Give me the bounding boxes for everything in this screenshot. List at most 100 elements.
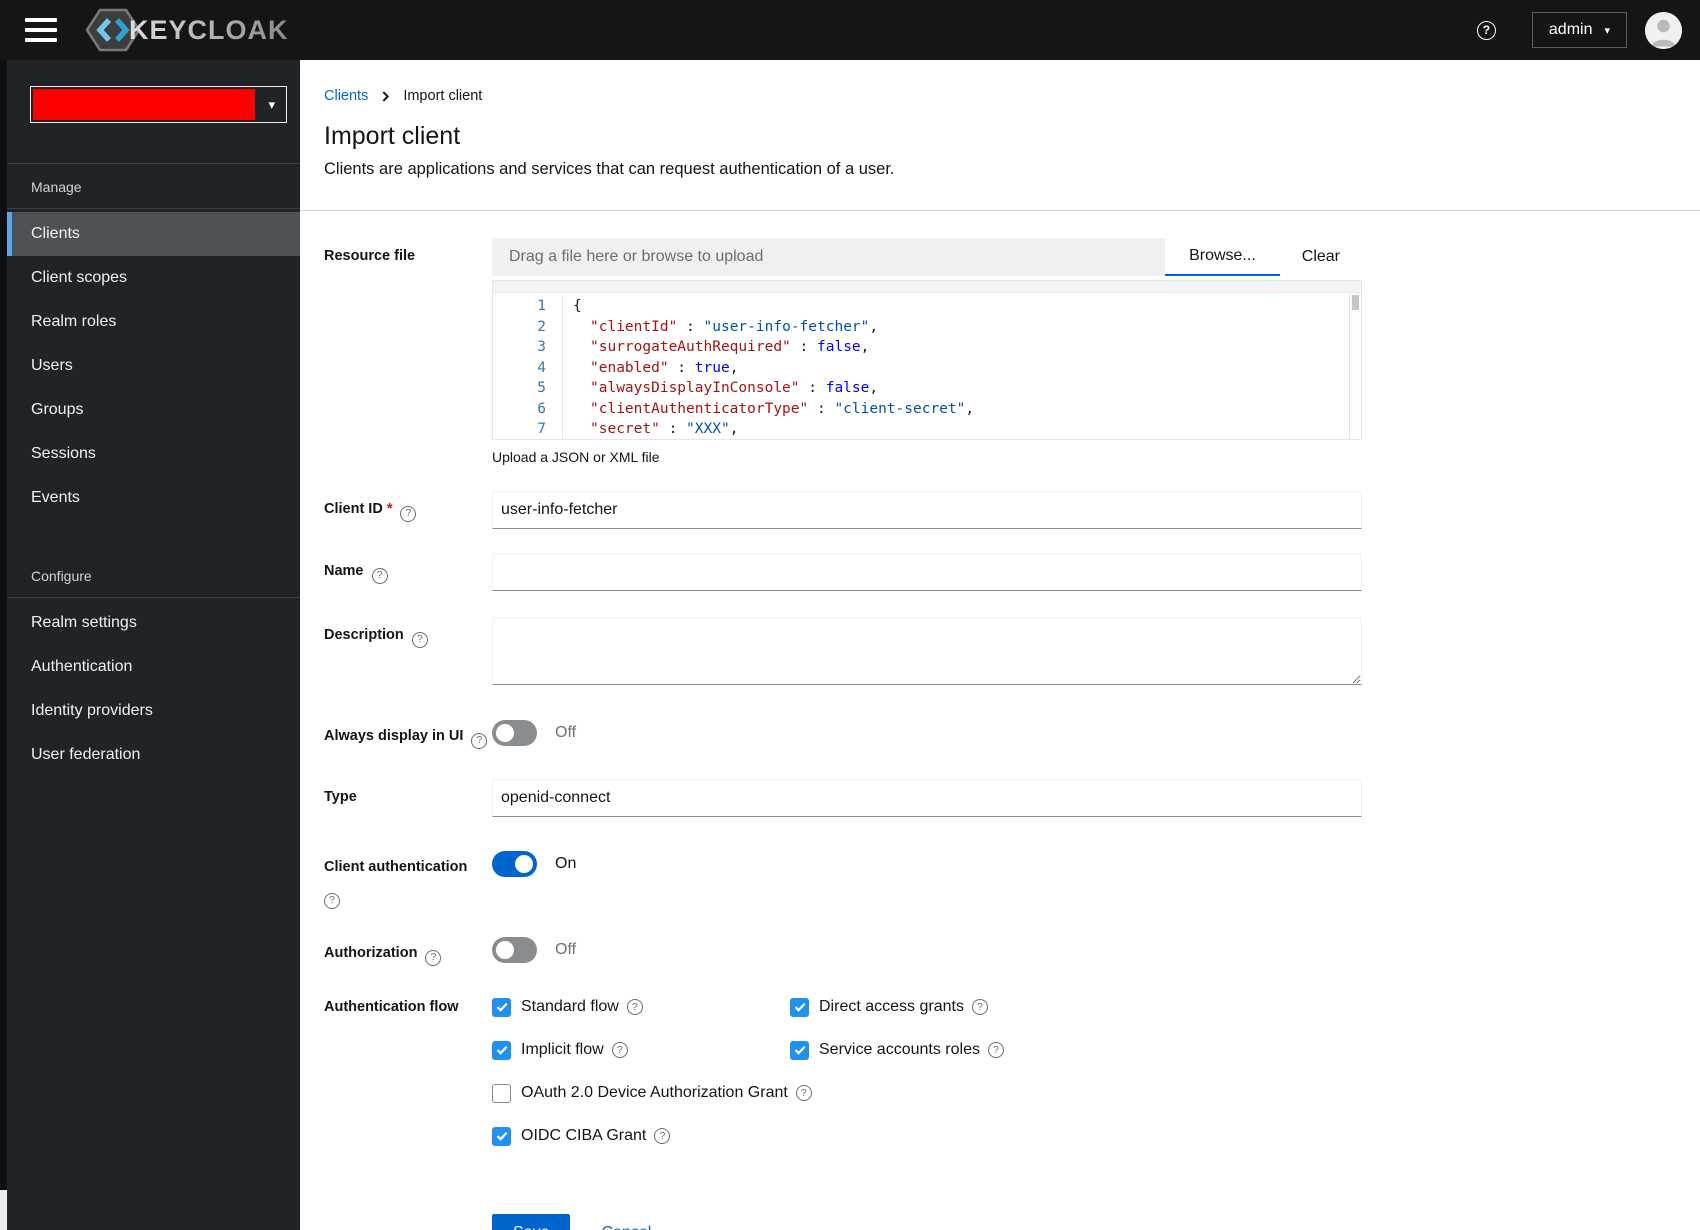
upload-helper-text: Upload a JSON or XML file (492, 449, 660, 465)
sidebar-item-realm-settings[interactable]: Realm settings (0, 601, 300, 645)
toggle-state-label: On (555, 854, 577, 872)
code-line: 2 "clientId" : "user-info-fetcher", (493, 316, 1361, 337)
authentication-flow-label: Authentication flow (324, 998, 459, 1015)
client-id-input[interactable] (492, 491, 1362, 529)
nav-section-configure: Configure (31, 568, 92, 584)
brand-text: KEYCLOAK (129, 14, 289, 45)
code-editor[interactable]: 1 { 2 "clientId" : "user-info-fetcher", … (492, 280, 1362, 440)
avatar[interactable] (1645, 11, 1682, 49)
editor-scrollbar[interactable] (1349, 293, 1361, 439)
client-authentication-toggle[interactable] (492, 850, 537, 877)
checkbox-implicit-flow[interactable]: Implicit flow ? (492, 1040, 790, 1060)
required-asterisk: * (386, 501, 393, 517)
top-bar: KEYCLOAK ? admin ▾ (0, 0, 1700, 60)
chevron-right-icon (382, 90, 390, 102)
checkbox-standard-flow[interactable]: Standard flow ? (492, 997, 790, 1017)
save-button[interactable]: Save (492, 1213, 571, 1230)
checked-checkbox-icon[interactable] (492, 1126, 511, 1146)
checkbox-direct-access-grants[interactable]: Direct access grants ? (790, 997, 1362, 1017)
type-input[interactable] (492, 778, 1362, 817)
question-circle-icon[interactable]: ? (400, 505, 417, 522)
checked-checkbox-icon[interactable] (492, 997, 511, 1017)
question-circle-icon[interactable]: ? (324, 892, 340, 909)
checkbox-oidc-ciba-grant[interactable]: OIDC CIBA Grant ? (492, 1126, 1362, 1146)
sidebar-item-client-scopes[interactable]: Client scopes (0, 256, 300, 300)
sidebar-item-groups[interactable]: Groups (0, 388, 300, 432)
question-circle-icon[interactable]: ? (971, 999, 988, 1015)
keycloak-logo: KEYCLOAK (85, 7, 289, 53)
page-subtitle: Clients are applications and services th… (324, 160, 895, 178)
username: admin (1548, 21, 1593, 38)
name-label: Name? (324, 553, 492, 591)
code-line: 7 "secret" : "XXX", (493, 419, 1361, 439)
question-circle-icon[interactable]: ? (654, 1128, 671, 1144)
checkbox-service-accounts-roles[interactable]: Service accounts roles ? (790, 1040, 1362, 1060)
caret-down-icon: ▾ (268, 96, 275, 112)
sidebar-item-events[interactable]: Events (0, 476, 300, 520)
code-line: 5 "alwaysDisplayInConsole" : false, (493, 378, 1361, 399)
sidebar-item-clients[interactable]: Clients (0, 212, 300, 256)
realm-selector-dropdown[interactable]: ▾ (30, 86, 287, 123)
import-client-form: Resource file Drag a file here or browse… (300, 211, 1700, 1230)
description-label: Description? (324, 617, 492, 690)
type-label: Type (324, 788, 357, 805)
toggle-knob (496, 724, 514, 742)
main-content: Clients Import client Import client Clie… (300, 60, 1700, 1230)
toggle-state-label: Off (555, 940, 577, 958)
breadcrumb: Clients Import client (324, 88, 1676, 104)
unchecked-checkbox-icon[interactable] (492, 1083, 511, 1103)
question-circle-icon[interactable]: ? (987, 1042, 1004, 1058)
question-circle-icon[interactable]: ? (411, 631, 428, 648)
toggle-state-label: Off (555, 724, 577, 741)
user-menu-dropdown[interactable]: admin ▾ (1531, 12, 1627, 48)
question-circle-icon[interactable]: ? (611, 1042, 628, 1058)
editor-scrollbar-thumb[interactable] (1352, 295, 1359, 310)
clear-button[interactable]: Clear (1279, 238, 1362, 276)
caret-down-icon: ▾ (1604, 24, 1610, 37)
breadcrumb-current: Import client (403, 88, 483, 104)
nav-section-manage: Manage (31, 179, 82, 195)
question-circle-icon[interactable]: ? (795, 1085, 812, 1101)
toggle-knob (515, 854, 533, 873)
user-avatar-icon (1645, 11, 1682, 49)
authorization-label: Authorization? (324, 935, 492, 966)
browse-button[interactable]: Browse... (1165, 238, 1280, 276)
sidebar-item-identity-providers[interactable]: Identity providers (0, 689, 300, 733)
checked-checkbox-icon[interactable] (790, 997, 809, 1017)
help-icon[interactable]: ? (1476, 20, 1496, 40)
always-display-label: Always display in UI? (324, 718, 492, 749)
realm-name-redacted (33, 89, 255, 120)
page-title: Import client (324, 122, 461, 150)
code-line: 1 { (493, 296, 1361, 317)
question-circle-icon[interactable]: ? (626, 999, 643, 1015)
checked-checkbox-icon[interactable] (492, 1040, 511, 1060)
always-display-toggle[interactable] (492, 720, 537, 746)
client-id-label: Client ID *? (324, 491, 492, 529)
checked-checkbox-icon[interactable] (790, 1040, 809, 1060)
code-line: 6 "clientAuthenticatorType" : "client-se… (493, 398, 1361, 419)
breadcrumb-link-clients[interactable]: Clients (324, 88, 368, 104)
checkbox-oauth-device-grant[interactable]: OAuth 2.0 Device Authorization Grant ? (492, 1083, 1362, 1103)
description-textarea[interactable] (492, 617, 1362, 685)
file-upload-dropzone[interactable]: Drag a file here or browse to upload (492, 238, 1166, 276)
sidebar-item-sessions[interactable]: Sessions (0, 432, 300, 476)
toggle-knob (496, 940, 514, 959)
question-circle-icon[interactable]: ? (371, 567, 388, 584)
sidebar-item-user-federation[interactable]: User federation (0, 733, 300, 777)
sidebar-item-users[interactable]: Users (0, 344, 300, 388)
sidebar-item-realm-roles[interactable]: Realm roles (0, 300, 300, 344)
window-edge-bottom (0, 1190, 7, 1230)
cancel-button[interactable]: Cancel (601, 1224, 651, 1230)
authorization-toggle[interactable] (492, 936, 537, 963)
editor-top-band (493, 281, 1361, 293)
sidebar-item-authentication[interactable]: Authentication (0, 645, 300, 689)
client-authentication-label: Client authentication ? (324, 849, 492, 909)
question-circle-icon[interactable]: ? (425, 949, 442, 966)
window-edge (0, 60, 7, 1190)
hamburger-menu-icon[interactable] (25, 18, 57, 42)
code-line: 4 "enabled" : true, (493, 357, 1361, 378)
name-input[interactable] (492, 553, 1362, 591)
question-circle-icon[interactable]: ? (471, 732, 488, 749)
sidebar-nav: ▾ Manage Clients Client scopes Realm rol… (0, 60, 300, 1230)
resource-file-label: Resource file (324, 248, 416, 264)
